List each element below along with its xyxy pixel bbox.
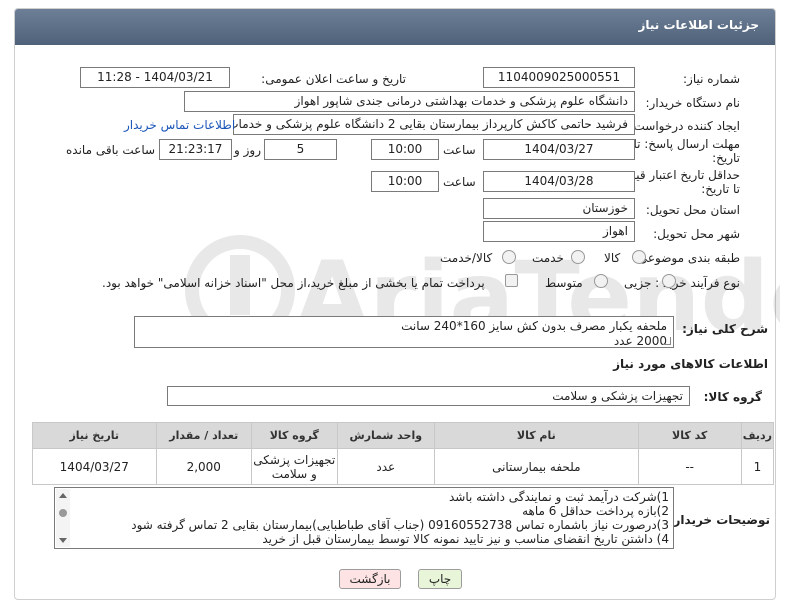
creator-field[interactable]: فرشید حاتمی کاکش کارپرداز بیمارستان بقای… xyxy=(233,114,635,135)
deadline-label-2: تاریخ: xyxy=(712,151,740,165)
process-option-minor: جزیی xyxy=(624,276,652,290)
province-label: استان محل تحویل: xyxy=(645,203,740,217)
cell-group: تجهیزات پزشکی و سلامت xyxy=(250,448,338,485)
deadline-label: مهلت ارسال پاسخ: تا xyxy=(633,137,740,151)
description-textarea[interactable]: ملحفه یکبار مصرف بدون کش سایز 160*240 سا… xyxy=(134,316,674,348)
table-row[interactable]: 1 -- ملحفه بیمارستانی عدد تجهیزات پزشکی … xyxy=(32,448,775,485)
notes-line-3: 3)درصورت نیاز باشماره تماس 09160552738 (… xyxy=(131,518,669,532)
col-name: نام کالا xyxy=(434,422,639,449)
col-quantity: تعداد / مقدار xyxy=(155,422,252,449)
remaining-label: ساعت باقی مانده xyxy=(66,143,156,157)
description-line-1: ملحفه یکبار مصرف بدون کش سایز 160*240 سا… xyxy=(401,319,667,333)
validity-label-2: تا تاریخ: xyxy=(701,182,740,196)
category-radio-service[interactable] xyxy=(571,250,585,264)
announce-field[interactable]: 1404/03/21 - 11:28 xyxy=(80,67,230,88)
city-label: شهر محل تحویل: xyxy=(653,227,740,241)
col-unit: واحد شمارش xyxy=(336,422,436,449)
notes-line-1: 1)شرکت درآیمد ثبت و نمایندگی داشته باشد xyxy=(448,490,669,504)
scroll-up-icon[interactable] xyxy=(59,493,67,498)
description-label: شرح کلی نیاز: xyxy=(682,322,768,336)
validity-date-field[interactable]: 1404/03/28 xyxy=(483,171,635,192)
process-radio-medium[interactable] xyxy=(594,274,608,288)
deadline-time-field[interactable]: 10:00 xyxy=(371,139,439,160)
category-option-goods: کالا xyxy=(604,251,621,265)
creator-label: ایجاد کننده درخواست: xyxy=(629,119,740,133)
buyer-org-label: نام دستگاه خریدار: xyxy=(645,96,741,110)
need-number-field[interactable]: 1104009025000551 xyxy=(483,67,635,88)
cell-unit: عدد xyxy=(336,448,436,485)
category-radio-goods[interactable] xyxy=(632,250,646,264)
panel-title: جزئیات اطلاعات نیاز xyxy=(638,18,759,32)
cell-quantity: 2,000 xyxy=(155,448,252,485)
items-table: ردیف کد کالا نام کالا واحد شمارش گروه کا… xyxy=(32,422,775,485)
announce-label: تاریخ و ساعت اعلان عمومی: xyxy=(261,72,406,86)
goods-info-title: اطلاعات کالاهای مورد نیاز xyxy=(613,357,768,371)
scroll-down-icon[interactable] xyxy=(59,538,67,543)
scroll-thumb[interactable] xyxy=(59,509,67,517)
days-label: روز و xyxy=(234,143,261,157)
deadline-date-field[interactable]: 1404/03/27 xyxy=(483,139,635,160)
category-option-goods-service: کالا/خدمت xyxy=(440,251,493,265)
print-button[interactable]: چاپ xyxy=(418,569,462,589)
notes-scrollbar[interactable] xyxy=(56,489,70,547)
buyer-contact-link[interactable]: اطلاعات تماس خریدار xyxy=(124,118,235,132)
category-option-service: خدمت xyxy=(532,251,564,265)
cell-name: ملحفه بیمارستانی xyxy=(434,448,639,485)
panel-header: جزئیات اطلاعات نیاز xyxy=(15,9,775,45)
notes-line-4: 4) داشتن تاریخ انقضای مناسب و نیز تایید … xyxy=(262,532,669,546)
treasury-payment-checkbox[interactable] xyxy=(505,274,518,287)
category-radio-goods-service[interactable] xyxy=(502,250,516,264)
cell-code: -- xyxy=(637,448,742,485)
deadline-time-label: ساعت xyxy=(443,143,476,157)
treasury-payment-note: پرداخت تمام یا بخشی از مبلغ خرید،از محل … xyxy=(102,276,485,290)
remaining-time-field[interactable]: 21:23:17 xyxy=(159,139,232,160)
process-radio-minor[interactable] xyxy=(662,274,676,288)
city-field[interactable]: اهواز xyxy=(483,221,635,242)
table-header-row: ردیف کد کالا نام کالا واحد شمارش گروه کا… xyxy=(32,422,775,449)
validity-time-label: ساعت xyxy=(443,175,476,189)
need-number-label: شماره نیاز: xyxy=(683,72,740,86)
cell-date: 1404/03/27 xyxy=(32,448,157,485)
col-code: کد کالا xyxy=(637,422,742,449)
validity-time-field[interactable]: 10:00 xyxy=(371,171,439,192)
buyer-org-field[interactable]: دانشگاه علوم پزشکی و خدمات بهداشتی درمان… xyxy=(184,91,635,112)
process-option-medium: متوسط xyxy=(545,276,583,290)
category-label: طبقه بندی موضوعی: xyxy=(633,251,740,265)
notes-label: توضیحات خریدار: xyxy=(668,513,770,527)
goods-group-field[interactable]: تجهیزات پزشکی و سلامت xyxy=(167,386,690,406)
col-row: ردیف xyxy=(740,422,775,449)
province-field[interactable]: خوزستان xyxy=(483,198,635,219)
resize-grip-icon[interactable] xyxy=(663,337,671,345)
goods-group-label: گروه کالا: xyxy=(703,390,762,404)
days-field[interactable]: 5 xyxy=(264,139,337,160)
col-group: گروه کالا xyxy=(250,422,338,449)
description-line-2: 2000 عدد xyxy=(613,334,667,348)
cell-row: 1 xyxy=(740,448,775,485)
back-button[interactable]: بازگشت xyxy=(339,569,401,589)
notes-textarea[interactable]: 1)شرکت درآیمد ثبت و نمایندگی داشته باشد … xyxy=(54,487,674,549)
col-date: تاریخ نیاز xyxy=(32,422,157,449)
notes-line-2: 2)بازه پرداخت حداقل 6 ماهه xyxy=(522,504,669,518)
